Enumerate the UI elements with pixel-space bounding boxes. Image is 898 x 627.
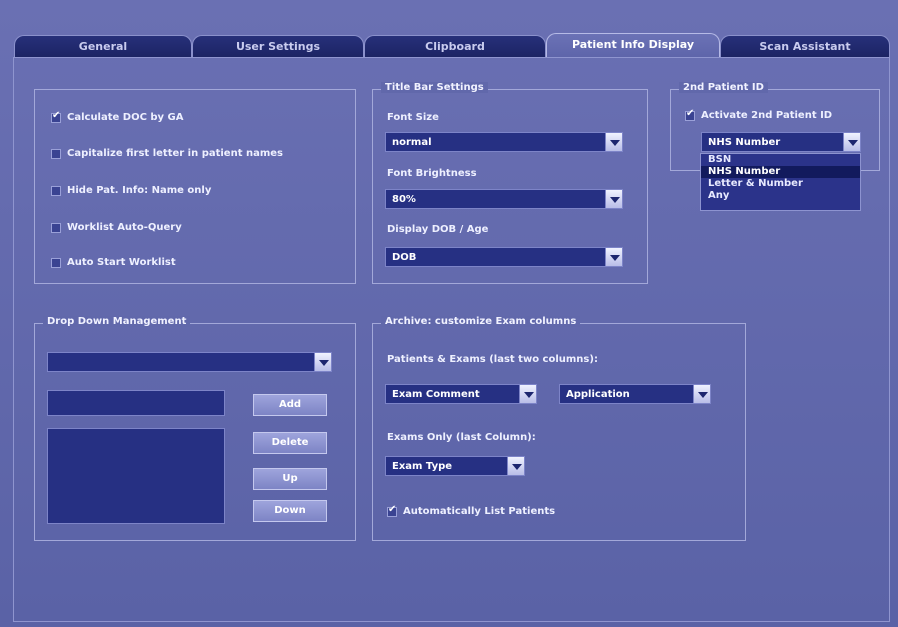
calculate-doc-label: Calculate DOC by GA [67,112,184,123]
entries-list[interactable] [47,428,225,524]
chevron-down-icon[interactable] [507,456,525,476]
worklist-auto-query-label: Worklist Auto-Query [67,222,182,233]
hide-pat-info-checkbox[interactable] [51,185,61,196]
exams-only-value: Exam Type [392,461,453,472]
dropdown-management-legend: Drop Down Management [43,316,191,327]
hide-pat-info-label: Hide Pat. Info: Name only [67,185,212,196]
exams-only-label: Exams Only (last Column): [387,432,536,443]
auto-list-patients-checkbox[interactable] [387,504,397,517]
worklist-auto-query-option[interactable]: Worklist Auto-Query [51,222,182,233]
settings-screen: General User Settings Clipboard Patient … [0,0,898,627]
up-button[interactable]: Up [253,468,327,490]
two-columns-label: Patients & Exams (last two columns): [387,354,598,365]
hide-pat-info-option[interactable]: Hide Pat. Info: Name only [51,185,211,196]
capitalize-checkbox[interactable] [51,148,61,159]
auto-start-worklist-checkbox[interactable] [51,257,61,268]
auto-start-worklist-option[interactable]: Auto Start Worklist [51,257,176,268]
exams-only-select[interactable]: Exam Type [385,456,525,476]
add-button[interactable]: Add [253,394,327,416]
font-size-label: Font Size [387,112,439,123]
option-letter-number[interactable]: Letter & Number [701,178,860,190]
display-dob-select[interactable]: DOB [385,247,623,267]
delete-button[interactable]: Delete [253,432,327,454]
second-id-select[interactable]: NHS Number [701,132,861,152]
font-size-value: normal [392,137,432,148]
tab-clipboard[interactable]: Clipboard [364,35,546,57]
auto-list-patients-label: Automatically List Patients [403,506,556,517]
dropdown-management-group: Drop Down Management Add Delete Up Down [34,316,356,541]
exam-column-2-value: Application [566,389,630,400]
chevron-down-icon[interactable] [314,352,332,372]
activate-second-id-checkbox[interactable] [685,108,695,121]
dropdown-management-select[interactable] [47,352,332,372]
calculate-doc-by-ga-option[interactable]: Calculate DOC by GA [51,110,184,123]
general-options-group: Calculate DOC by GA Capitalize first let… [34,89,356,284]
archive-columns-legend: Archive: customize Exam columns [381,316,581,327]
title-bar-settings-group: Title Bar Settings Font Size normal Font… [372,82,648,284]
exam-column-1-value: Exam Comment [392,389,480,400]
display-dob-label: Display DOB / Age [387,224,489,235]
calculate-doc-checkbox[interactable] [51,110,61,123]
tab-scan-assistant[interactable]: Scan Assistant [720,35,890,57]
title-bar-settings-legend: Title Bar Settings [381,82,488,93]
new-entry-input[interactable] [47,390,225,416]
tab-patient-info-display[interactable]: Patient Info Display [546,33,720,57]
second-id-selected: NHS Number [708,137,781,148]
chevron-down-icon[interactable] [605,189,623,209]
chevron-down-icon[interactable] [605,132,623,152]
font-brightness-value: 80% [392,194,416,205]
option-nhs-number[interactable]: NHS Number [701,166,860,178]
worklist-auto-query-checkbox[interactable] [51,222,61,233]
font-size-select[interactable]: normal [385,132,623,152]
auto-start-worklist-label: Auto Start Worklist [67,257,176,268]
second-id-dropdown-list: BSN NHS Number Letter & Number Any [700,153,861,211]
option-bsn[interactable]: BSN [701,154,860,166]
option-any[interactable]: Any [701,190,860,202]
exam-column-2-select[interactable]: Application [559,384,711,404]
chevron-down-icon[interactable] [519,384,537,404]
chevron-down-icon[interactable] [843,132,861,152]
chevron-down-icon[interactable] [605,247,623,267]
capitalize-label: Capitalize first letter in patient names [67,148,283,159]
display-dob-value: DOB [392,252,417,263]
activate-second-id-label: Activate 2nd Patient ID [701,110,833,121]
auto-list-patients-option[interactable]: Automatically List Patients [387,504,556,517]
font-brightness-select[interactable]: 80% [385,189,623,209]
second-patient-id-legend: 2nd Patient ID [679,82,768,93]
exam-column-1-select[interactable]: Exam Comment [385,384,537,404]
tab-user-settings[interactable]: User Settings [192,35,364,57]
chevron-down-icon[interactable] [693,384,711,404]
archive-columns-group: Archive: customize Exam columns Patients… [372,316,746,541]
tab-bar: General User Settings Clipboard Patient … [14,33,890,57]
tab-general[interactable]: General [14,35,192,57]
font-brightness-label: Font Brightness [387,168,477,179]
down-button[interactable]: Down [253,500,327,522]
activate-second-id-option[interactable]: Activate 2nd Patient ID [685,108,833,121]
capitalize-first-letter-option[interactable]: Capitalize first letter in patient names [51,148,283,159]
